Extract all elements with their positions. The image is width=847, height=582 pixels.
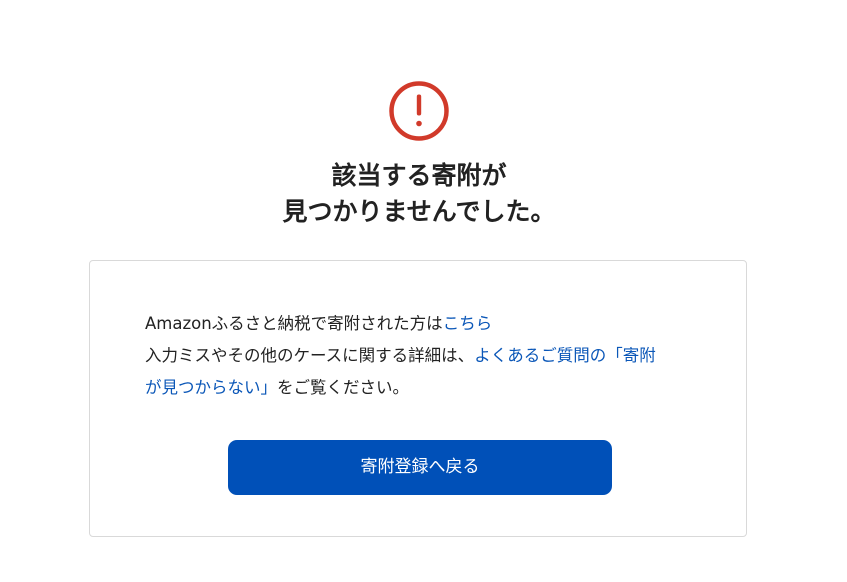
info-card: Amazonふるさと納税で寄附された方はこちら 入力ミスやその他のケースに関する… (89, 260, 747, 537)
back-to-registration-button[interactable]: 寄附登録へ戻る (228, 440, 612, 495)
here-link[interactable]: こちら (443, 314, 493, 333)
page-title-line2: 見つかりませんでした。 (282, 197, 556, 226)
see-text: をご覧ください。 (277, 378, 409, 397)
info-message: Amazonふるさと納税で寄附された方はこちら 入力ミスやその他のケースに関する… (145, 308, 705, 404)
details-text: 入力ミスやその他のケースに関する詳細は、 (145, 346, 475, 365)
page-title: 該当する寄附が 見つかりませんでした。 (0, 158, 838, 230)
exclamation-circle-icon (389, 81, 449, 141)
amazon-donation-text: Amazonふるさと納税で寄附された方は (145, 314, 443, 333)
page-title-line1: 該当する寄附が (331, 161, 507, 190)
error-page: 該当する寄附が 見つかりませんでした。 Amazonふるさと納税で寄附された方は… (0, 0, 847, 582)
faq-link-part1: よくあるご質問の「寄附 (474, 346, 656, 365)
faq-link-part2: が見つからない」 (145, 378, 277, 397)
